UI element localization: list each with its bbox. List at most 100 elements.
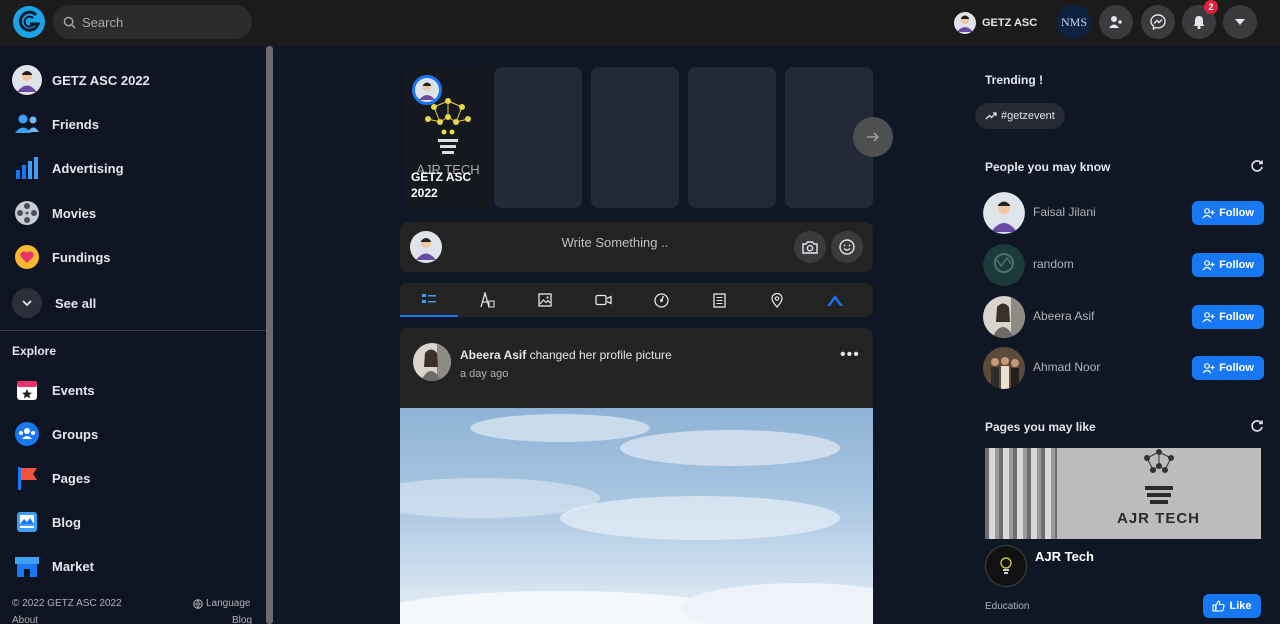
sidebar-item-groups[interactable]: Groups	[12, 418, 98, 450]
story-card[interactable]	[494, 67, 582, 208]
sidebar-divider	[0, 330, 266, 331]
follow-label: Follow	[1219, 311, 1254, 323]
avatar[interactable]	[983, 347, 1025, 389]
add-friend-button[interactable]	[1099, 5, 1133, 39]
avatar[interactable]	[413, 343, 451, 381]
sidebar-item-label: Movies	[52, 205, 97, 221]
sidebar-item-events[interactable]: Events	[12, 374, 95, 406]
avatar[interactable]	[983, 296, 1025, 338]
person-name[interactable]: Faisal Jilani	[1033, 205, 1096, 219]
trending-tag[interactable]: #getzevent	[975, 103, 1065, 129]
tab-boosted[interactable]	[806, 283, 864, 317]
story-card[interactable]: AJR TECH GETZ ASC 2022	[404, 67, 492, 208]
follow-button[interactable]: Follow	[1192, 201, 1264, 225]
follow-label: Follow	[1219, 362, 1254, 374]
blog-icon	[17, 512, 37, 532]
post-input[interactable]	[450, 235, 780, 250]
image-icon	[538, 293, 552, 307]
suggested-person: Faisal Jilani Follow	[983, 192, 1265, 234]
story-card[interactable]	[591, 67, 679, 208]
movies-icon	[15, 201, 39, 225]
account-menu-button[interactable]	[1223, 5, 1257, 39]
page-logo[interactable]	[985, 545, 1027, 587]
thumbs-up-icon	[1212, 600, 1226, 612]
more-options-icon[interactable]: •••	[840, 346, 860, 364]
left-sidebar: GETZ ASC 2022 Friends Advertising Movies…	[0, 46, 275, 624]
sidebar-item-market[interactable]: Market	[12, 550, 94, 582]
tab-text[interactable]	[458, 283, 516, 317]
header-profile-link[interactable]: GETZ ASC	[954, 12, 1037, 34]
chevron-up-icon	[827, 295, 843, 306]
groups-icon	[15, 422, 39, 446]
post-author[interactable]: Abeera Asif	[460, 348, 526, 362]
notifications-button[interactable]: 2	[1182, 0, 1218, 39]
like-page-button[interactable]: Like	[1203, 594, 1261, 618]
page-name[interactable]: AJR Tech	[1035, 549, 1094, 564]
avatar[interactable]	[983, 192, 1025, 234]
sidebar-item-movies[interactable]: Movies	[12, 197, 96, 229]
list-icon	[422, 294, 436, 303]
refresh-icon[interactable]	[1250, 419, 1264, 433]
sidebar-item-fundings[interactable]: Fundings	[12, 241, 111, 273]
sidebar-item-label: Market	[52, 558, 94, 574]
sidebar-item-label: Groups	[52, 426, 99, 442]
caret-down-icon	[1235, 19, 1245, 25]
person-name[interactable]: random	[1033, 257, 1074, 271]
person-name[interactable]: Ahmad Noor	[1033, 360, 1100, 374]
blog-link[interactable]: Blog	[232, 615, 252, 624]
story-card[interactable]	[688, 67, 776, 208]
sidebar-item-advertising[interactable]: Advertising	[12, 152, 124, 184]
tab-files[interactable]	[690, 283, 748, 317]
sidebar-scrollbar[interactable]	[266, 46, 273, 624]
search-bar[interactable]	[53, 5, 252, 39]
sidebar-item-pages[interactable]: Pages	[12, 462, 90, 494]
top-bar: GETZ ASC NMS 2	[0, 0, 1280, 46]
sidebar-item-label: Events	[52, 382, 95, 398]
search-icon	[63, 16, 76, 29]
post-timestamp[interactable]: a day ago	[460, 368, 508, 380]
friends-icon	[15, 114, 39, 133]
avatar	[410, 231, 442, 263]
monogram-avatar[interactable]: NMS	[1057, 5, 1091, 39]
tab-all[interactable]	[400, 283, 458, 317]
tab-location[interactable]	[748, 283, 806, 317]
refresh-icon[interactable]	[1250, 159, 1264, 173]
feed-filter-bar	[400, 283, 873, 317]
add-user-icon	[1202, 311, 1215, 322]
events-icon	[17, 381, 37, 400]
post-action: changed her profile picture	[529, 348, 672, 362]
camera-icon	[802, 241, 818, 254]
follow-button[interactable]: Follow	[1192, 305, 1264, 329]
smiley-icon	[839, 239, 855, 255]
tab-photos[interactable]	[516, 283, 574, 317]
add-photo-button[interactable]	[794, 231, 826, 263]
suggested-person: random Follow	[983, 244, 1265, 286]
person-name[interactable]: Abeera Asif	[1033, 309, 1094, 323]
search-input[interactable]	[82, 14, 232, 30]
add-feeling-button[interactable]	[831, 231, 863, 263]
follow-button[interactable]: Follow	[1192, 253, 1264, 277]
messenger-button[interactable]	[1141, 5, 1175, 39]
sidebar-profile[interactable]: GETZ ASC 2022	[12, 64, 150, 96]
people-heading: People you may know	[985, 160, 1111, 174]
post-image[interactable]	[400, 408, 873, 624]
avatar[interactable]	[983, 244, 1025, 286]
sidebar-item-blog[interactable]: Blog	[12, 506, 81, 538]
language-link[interactable]: Language	[193, 598, 251, 609]
see-all-button[interactable]: See all	[12, 287, 96, 319]
arrow-right-icon	[867, 132, 880, 142]
app-logo[interactable]	[12, 5, 46, 39]
sidebar-item-label: Advertising	[52, 160, 124, 176]
suggested-person: Abeera Asif Follow	[983, 296, 1265, 338]
tab-videos[interactable]	[574, 283, 632, 317]
stories-next-button[interactable]	[853, 117, 893, 157]
suggested-person: Ahmad Noor Follow	[983, 347, 1265, 389]
about-link[interactable]: About	[12, 615, 38, 624]
sidebar-item-friends[interactable]: Friends	[12, 108, 99, 140]
bell-icon	[1193, 16, 1205, 30]
tab-audio[interactable]	[632, 283, 690, 317]
avatar	[954, 12, 976, 34]
sidebar-item-label: Pages	[52, 470, 91, 486]
page-cover-image[interactable]: AJR TECH	[985, 448, 1261, 539]
follow-button[interactable]: Follow	[1192, 356, 1264, 380]
